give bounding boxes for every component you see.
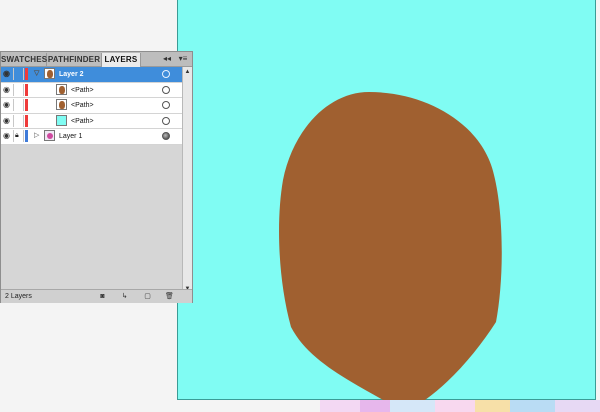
visibility-eye-icon[interactable]: ◉ <box>3 116 11 125</box>
layer-color-swatch <box>25 68 28 80</box>
artboard[interactable] <box>177 0 596 400</box>
layer-color-swatch <box>25 114 28 127</box>
head-shape[interactable] <box>178 0 597 400</box>
path-name[interactable]: <Path> <box>71 116 94 127</box>
lock-toggle[interactable] <box>13 68 24 80</box>
visibility-eye-icon[interactable]: ◉ <box>3 70 11 78</box>
visibility-eye-icon[interactable]: ◉ <box>3 132 11 140</box>
tab-swatches[interactable]: SWATCHES <box>1 53 47 66</box>
layers-panel: SWATCHES PATHFINDER LAYERS ◂◂ ▾≡ ◉ ▽ Lay… <box>0 51 193 303</box>
lock-toggle[interactable] <box>13 99 24 111</box>
layer-row-layer-2[interactable]: ◉ ▽ Layer 2 <box>1 67 182 83</box>
delete-trash-icon[interactable]: 🗑︎ <box>165 292 174 301</box>
scroll-up-arrow-icon[interactable]: ▲ <box>184 68 191 76</box>
layer-thumbnail <box>44 130 55 141</box>
layer-color-swatch <box>25 130 28 142</box>
visibility-eye-icon[interactable]: ◉ <box>3 85 11 94</box>
make-clipping-mask-icon[interactable]: ◙ <box>98 292 107 301</box>
target-circle-icon[interactable] <box>162 116 170 125</box>
lock-toggle[interactable] <box>13 114 24 127</box>
expand-triangle-icon[interactable]: ▽ <box>34 70 39 78</box>
expand-triangle-icon[interactable]: ▷ <box>34 132 39 140</box>
layer-row-layer-1[interactable]: ◉ 🔒︎ ▷ Layer 1 <box>1 129 182 145</box>
tab-pathfinder[interactable]: PATHFINDER <box>47 53 102 66</box>
panel-menu-icon[interactable]: ▾≡ <box>176 53 190 65</box>
layers-scrollbar[interactable]: ▲ ▼ <box>182 67 192 294</box>
create-new-layer-icon[interactable]: ▢ <box>143 292 152 301</box>
layer-count-label: 2 Layers <box>5 293 32 300</box>
collapse-panel-icon[interactable]: ◂◂ <box>161 53 173 65</box>
path-thumbnail <box>56 83 67 95</box>
tab-layers[interactable]: LAYERS <box>102 53 141 67</box>
panel-footer: 2 Layers ◙ ↳ ▢ 🗑︎ <box>1 289 192 303</box>
target-circle-icon[interactable] <box>162 132 170 140</box>
create-new-sublayer-icon[interactable]: ↳ <box>120 292 129 301</box>
path-thumbnail <box>56 114 67 126</box>
path-name[interactable]: <Path> <box>71 85 94 96</box>
lock-toggle[interactable] <box>13 83 24 96</box>
lock-icon[interactable]: 🔒︎ <box>15 132 19 140</box>
target-circle-icon[interactable] <box>162 70 170 78</box>
panel-tab-bar: SWATCHES PATHFINDER LAYERS ◂◂ ▾≡ <box>1 52 192 67</box>
layer-name[interactable]: Layer 2 <box>59 69 84 80</box>
layer-row-path-2[interactable]: ◉ <Path> <box>1 98 182 114</box>
artwork-edge-strip <box>320 400 600 412</box>
layer-color-swatch <box>25 83 28 96</box>
layers-list: ◉ ▽ Layer 2 ◉ <Path> ◉ <Path> ◉ <Path> ◉… <box>1 67 182 145</box>
layer-thumbnail <box>44 68 55 79</box>
layer-color-swatch <box>25 99 28 111</box>
path-name[interactable]: <Path> <box>71 100 94 111</box>
layer-row-path-1[interactable]: ◉ <Path> <box>1 83 182 98</box>
path-thumbnail <box>56 99 67 110</box>
target-circle-icon[interactable] <box>162 101 170 109</box>
layer-row-path-3[interactable]: ◉ <Path> <box>1 114 182 129</box>
target-circle-icon[interactable] <box>162 85 170 94</box>
layer-name[interactable]: Layer 1 <box>59 131 82 142</box>
visibility-eye-icon[interactable]: ◉ <box>3 101 11 109</box>
